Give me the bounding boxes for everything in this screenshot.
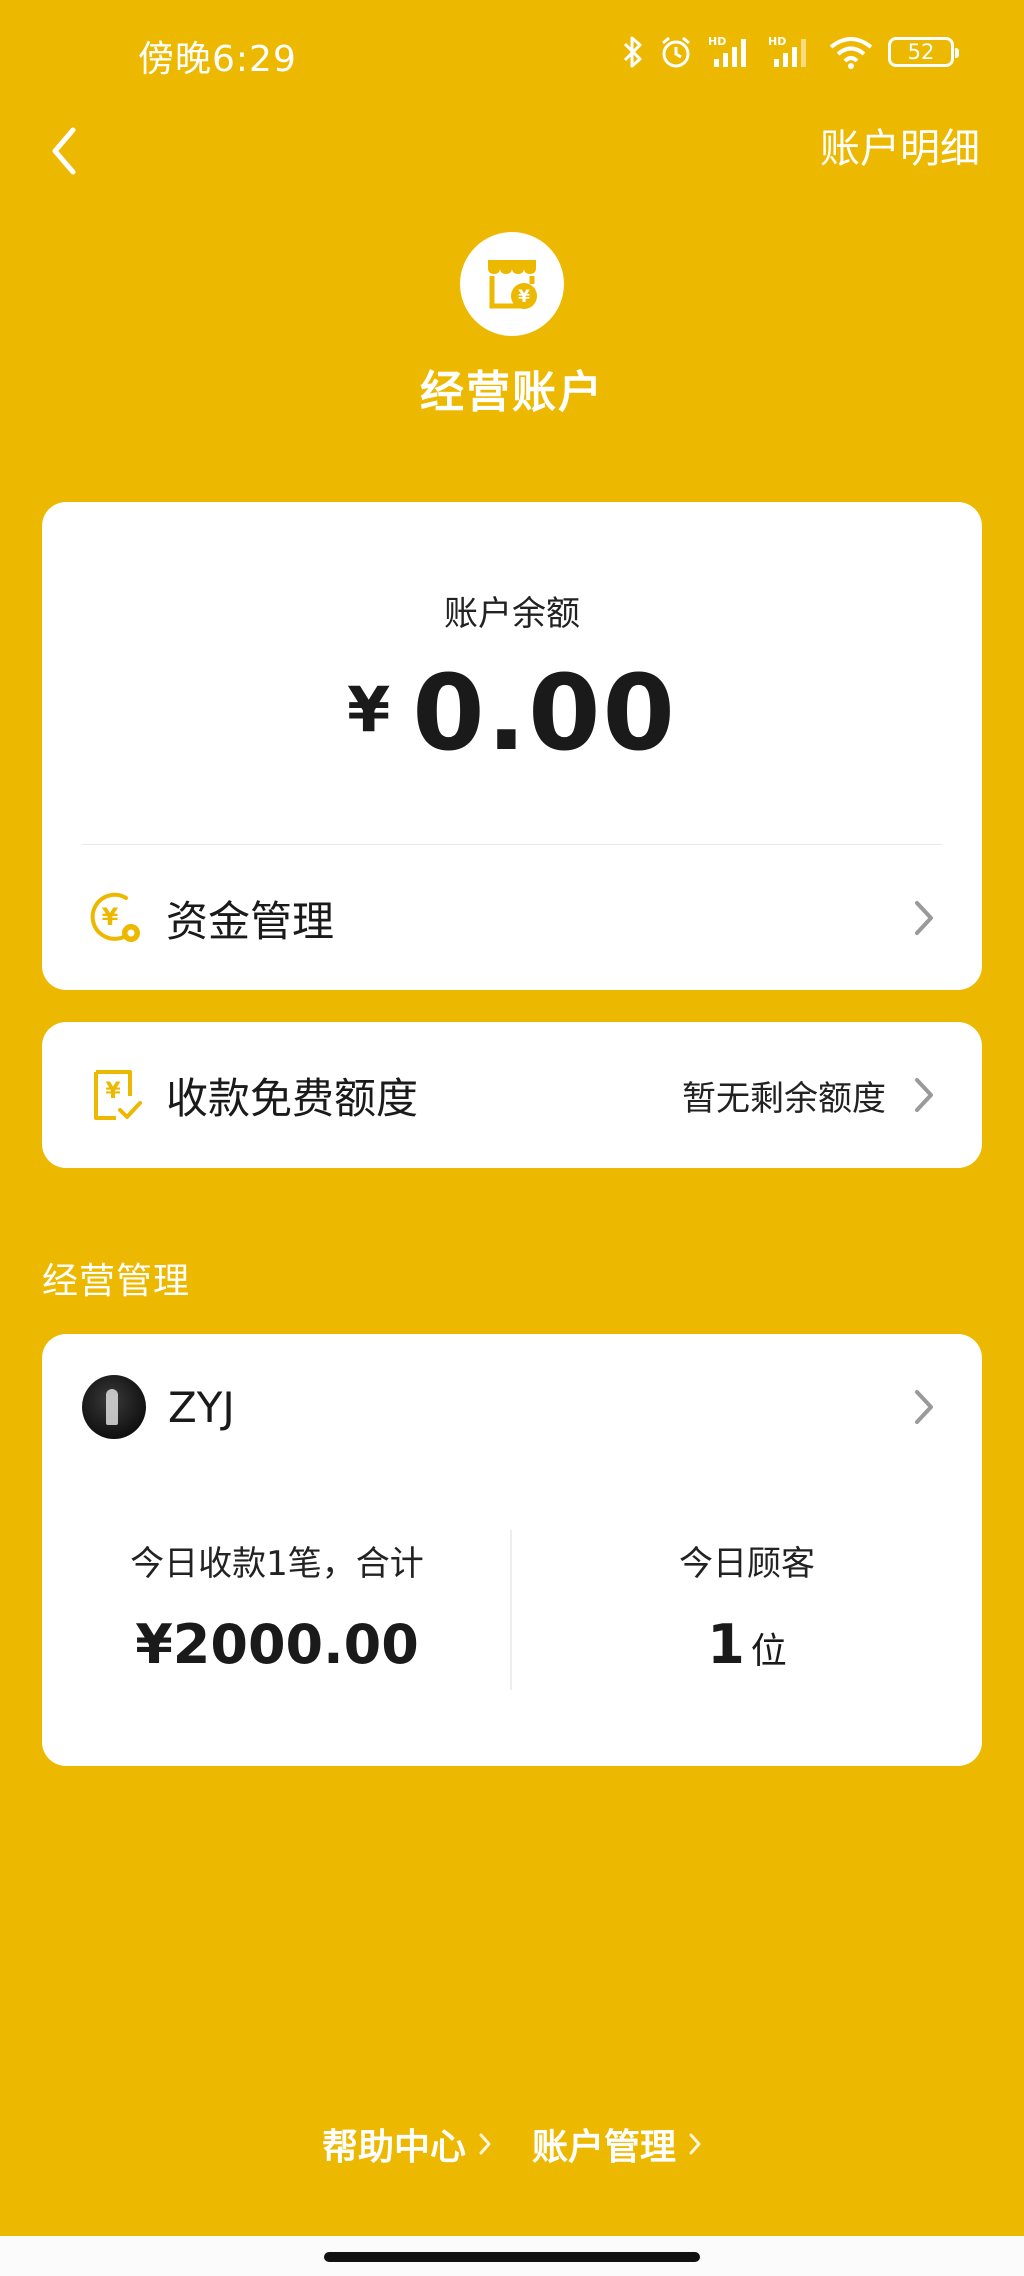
svg-text:HD: HD — [768, 35, 786, 48]
shop-card: ZYJ 今日收款1笔，合计 ¥2000.00 今日顾客 1位 — [42, 1334, 982, 1766]
shop-header-row[interactable]: ZYJ — [42, 1334, 982, 1480]
account-management-label: 账户管理 — [532, 2127, 677, 2168]
help-center-label: 帮助中心 — [321, 2127, 466, 2168]
section-title: 经营管理 — [42, 1261, 191, 1302]
account-detail-link[interactable]: 账户明细 — [820, 116, 980, 174]
today-receipts-value: ¥2000.00 — [135, 1613, 419, 1676]
chevron-right-icon — [478, 2132, 492, 2156]
today-customers-unit: 位 — [750, 1631, 787, 1672]
today-receipts: 今日收款1笔，合计 ¥2000.00 — [42, 1524, 512, 1676]
shop-yuan-icon: ¥ — [480, 250, 544, 318]
chevron-left-icon — [49, 126, 79, 180]
receipt-check-icon: ¥ — [86, 1066, 144, 1124]
svg-text:¥: ¥ — [518, 287, 530, 307]
quota-card: ¥ 收款免费额度 暂无剩余额度 — [42, 1022, 982, 1168]
today-customers: 今日顾客 1位 — [512, 1524, 982, 1676]
divider — [82, 844, 942, 845]
svg-text:¥: ¥ — [105, 1079, 121, 1104]
status-time: 傍晚6:29 — [138, 39, 297, 80]
page-title: 经营账户 — [420, 367, 604, 418]
balance-amount: ¥ 0.00 — [42, 652, 982, 774]
chevron-right-icon — [912, 1387, 936, 1427]
signal-hd-icon: HD — [768, 35, 814, 69]
status-icons: HD HD 52 — [622, 34, 959, 70]
account-management-link[interactable]: 账户管理 — [532, 2118, 702, 2170]
status-bar: 傍晚6:29 HD HD 52 — [0, 0, 1024, 110]
svg-text:HD: HD — [708, 35, 726, 48]
shop-logo: ¥ — [460, 232, 564, 336]
free-quota-label: 收款免费额度 — [166, 1073, 419, 1123]
today-customers-label: 今日顾客 — [679, 1544, 815, 1584]
balance-value: 0.00 — [412, 652, 677, 774]
battery-icon: 52 — [888, 37, 959, 67]
yuan-coin-icon: ¥ — [86, 889, 144, 947]
chevron-right-icon — [688, 2132, 702, 2156]
chevron-right-icon — [912, 898, 936, 938]
avatar — [82, 1375, 146, 1439]
home-indicator[interactable] — [324, 2252, 700, 2262]
balance-currency: ¥ — [347, 673, 391, 746]
free-quota-value: 暂无剩余额度 — [682, 1078, 886, 1119]
balance-label: 账户余额 — [444, 594, 580, 634]
wifi-icon — [828, 35, 874, 69]
today-receipts-label: 今日收款1笔，合计 — [130, 1544, 424, 1584]
help-center-link[interactable]: 帮助中心 — [322, 2118, 492, 2170]
free-quota-row[interactable]: ¥ 收款免费额度 暂无剩余额度 — [42, 1022, 982, 1168]
footer-links: 帮助中心 账户管理 — [0, 2118, 1024, 2170]
svg-text:¥: ¥ — [102, 903, 119, 931]
today-customers-count: 1位 — [512, 1613, 982, 1676]
nav-bar: 账户明细 — [0, 110, 1024, 230]
today-customers-value: 1 — [707, 1613, 745, 1676]
battery-level: 52 — [907, 40, 935, 64]
avatar-figure — [106, 1389, 118, 1425]
bluetooth-icon — [622, 35, 644, 69]
fund-management-label: 资金管理 — [166, 896, 335, 946]
shop-name: ZYJ — [168, 1382, 235, 1432]
signal-hd-icon: HD — [708, 35, 754, 69]
alarm-icon — [658, 34, 694, 70]
chevron-right-icon — [912, 1075, 936, 1115]
home-bar-area — [0, 2236, 1024, 2276]
fund-management-row[interactable]: ¥ 资金管理 — [42, 846, 982, 990]
back-button[interactable] — [34, 118, 94, 188]
balance-card: 账户余额 ¥ 0.00 ¥ 资金管理 — [42, 502, 982, 990]
today-stats: 今日收款1笔，合计 ¥2000.00 今日顾客 1位 — [42, 1524, 982, 1694]
